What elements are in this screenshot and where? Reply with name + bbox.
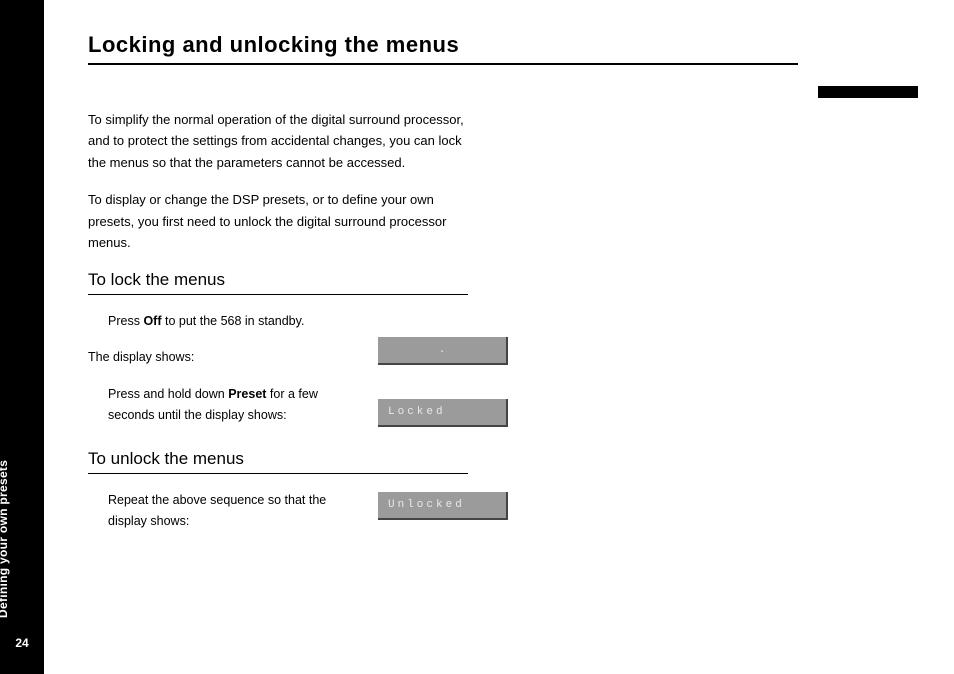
title-underline bbox=[88, 63, 798, 65]
lock-step-hold: Press and hold down Preset for a few sec… bbox=[108, 384, 358, 425]
side-tab-label: Defining your own presets bbox=[0, 460, 10, 618]
lock-step-press: Press Off to put the 568 in standby. bbox=[108, 311, 358, 332]
side-tab: Defining your own presets 24 bbox=[0, 0, 44, 674]
preset-button-ref: Preset bbox=[228, 387, 266, 401]
display-unlocked: Unlocked bbox=[378, 492, 508, 520]
unlock-heading: To unlock the menus bbox=[88, 449, 918, 469]
intro-paragraph-2: To display or change the DSP presets, or… bbox=[88, 189, 468, 253]
section-underline bbox=[88, 294, 468, 295]
unlock-steps: Repeat the above sequence so that the di… bbox=[88, 490, 568, 531]
intro-paragraph-1: To simplify the normal operation of the … bbox=[88, 109, 468, 173]
title-accent-block bbox=[818, 86, 918, 98]
page-number: 24 bbox=[0, 636, 44, 650]
section-underline-2 bbox=[88, 473, 468, 474]
intro-block: To simplify the normal operation of the … bbox=[88, 109, 468, 254]
lock-display-shows: The display shows: bbox=[88, 347, 338, 368]
display-locked: Locked bbox=[378, 399, 508, 427]
lock-steps: Press Off to put the 568 in standby. The… bbox=[88, 311, 568, 426]
page-content: Locking and unlocking the menus To simpl… bbox=[88, 32, 918, 531]
lock-heading: To lock the menus bbox=[88, 270, 918, 290]
off-button-ref: Off bbox=[143, 314, 161, 328]
display-standby: . bbox=[378, 337, 508, 365]
page-title: Locking and unlocking the menus bbox=[88, 32, 918, 58]
unlock-step-repeat: Repeat the above sequence so that the di… bbox=[108, 490, 358, 531]
